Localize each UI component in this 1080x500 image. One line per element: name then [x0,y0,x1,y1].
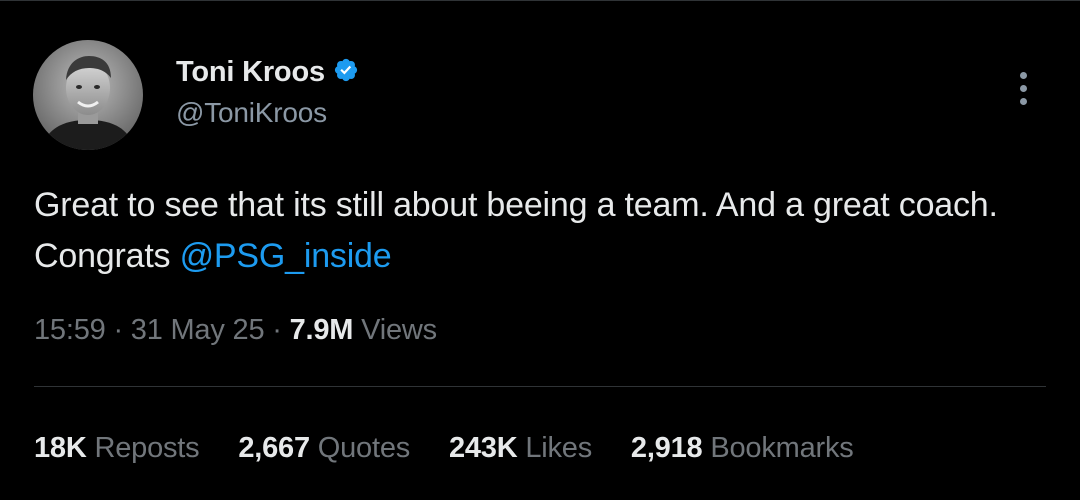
tweet-time[interactable]: 15:59 [34,314,106,346]
tweet-body: Great to see that its still about beeing… [34,186,998,275]
tweet-meta: 15:59 · 31 May 25 · 7.9M Views [34,314,437,347]
mention-link[interactable]: @PSG_inside [180,237,392,275]
author-name-row[interactable]: Toni Kroos [176,56,359,89]
stats-divider [34,386,1046,387]
meta-separator: · [113,314,123,346]
views-label: Views [361,314,437,346]
quotes-stat[interactable]: 2,667 Quotes [238,432,410,465]
reposts-count: 18K [34,432,87,464]
reposts-label: Reposts [94,432,200,464]
more-options-button[interactable] [1008,68,1038,108]
bookmarks-count: 2,918 [630,432,703,464]
verified-badge-icon [333,57,359,88]
quotes-count: 2,667 [238,432,310,464]
tweet-text: Great to see that its still about beeing… [34,180,1034,282]
likes-label: Likes [525,432,593,464]
engagement-stats: 18K Reposts 2,667 Quotes 243K Likes 2,91… [34,432,885,465]
more-options-dot [1019,84,1027,92]
likes-stat[interactable]: 243K Likes [449,432,592,465]
author-handle[interactable]: @ToniKroos [176,97,327,129]
bookmarks-stat[interactable]: 2,918 Bookmarks [631,432,854,465]
bookmarks-label: Bookmarks [710,432,854,464]
author-display-name[interactable]: Toni Kroos [176,56,325,89]
more-options-dot [1019,97,1027,105]
meta-separator: · [272,314,282,346]
reposts-stat[interactable]: 18K Reposts [34,432,200,465]
views-count: 7.9M [289,314,354,346]
avatar[interactable] [33,40,143,150]
quotes-label: Quotes [317,432,411,464]
avatar-photo [33,40,143,150]
top-divider [0,0,1080,1]
tweet-date[interactable]: 31 May 25 [131,314,265,346]
likes-count: 243K [448,432,518,464]
more-options-dot [1019,71,1027,79]
